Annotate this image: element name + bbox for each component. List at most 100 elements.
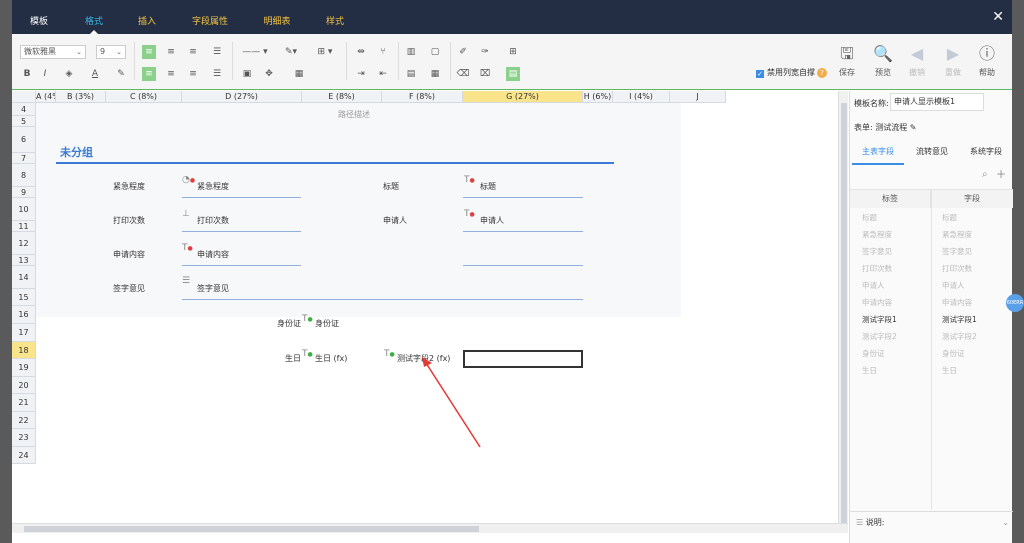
split-cells-icon[interactable]: ⑂ bbox=[376, 45, 390, 59]
show-grid-icon[interactable]: ▤ bbox=[506, 67, 520, 81]
bold-icon[interactable]: B bbox=[20, 67, 34, 81]
search-icon[interactable]: ⌕ bbox=[982, 169, 988, 180]
no-border-icon[interactable]: ▦ bbox=[292, 67, 306, 81]
row-header[interactable]: 13 bbox=[12, 255, 36, 266]
edit-icon[interactable]: ✎ bbox=[910, 123, 917, 132]
insert-col-icon[interactable]: ⇤ bbox=[376, 67, 390, 81]
column-icon[interactable]: ▥ bbox=[404, 45, 418, 59]
table-icon[interactable]: ▦ bbox=[428, 67, 442, 81]
italic-icon[interactable]: I bbox=[38, 67, 52, 81]
preview-button[interactable]: 🔍 预览 bbox=[870, 44, 896, 78]
clear-format-icon[interactable]: ⌧ bbox=[478, 67, 492, 81]
float-badge[interactable]: 60ERR bbox=[1006, 294, 1024, 312]
line-color-icon[interactable]: ✎▾ bbox=[280, 45, 302, 59]
align-bottom-icon[interactable]: ≡ bbox=[186, 45, 200, 59]
row-header[interactable]: 18 bbox=[12, 342, 36, 359]
row-header[interactable]: 17 bbox=[12, 324, 36, 342]
col-header-i[interactable]: I (4%) bbox=[613, 91, 670, 103]
field-list-field[interactable]: 打印次数 bbox=[942, 263, 972, 274]
tab-system-fields[interactable]: 系统字段 bbox=[960, 145, 1012, 165]
tab-template[interactable]: 模板 bbox=[18, 0, 60, 34]
vertical-scrollbar[interactable] bbox=[838, 91, 848, 533]
opinion-field[interactable]: 签字意见 bbox=[197, 283, 229, 294]
row-header[interactable]: 8 bbox=[12, 164, 36, 187]
row-header[interactable]: 16 bbox=[12, 306, 36, 324]
align-top-icon[interactable]: ≡ bbox=[142, 45, 156, 59]
align-middle-icon[interactable]: ≡ bbox=[164, 45, 178, 59]
wrap-text-icon[interactable]: ☰ bbox=[210, 45, 224, 59]
tab-format[interactable]: 格式 bbox=[74, 0, 114, 34]
undo-button[interactable]: ◀ 撤销 bbox=[904, 44, 930, 78]
justify-icon[interactable]: ☰ bbox=[210, 67, 224, 81]
row-header[interactable]: 9 bbox=[12, 187, 36, 198]
row-header[interactable]: 20 bbox=[12, 377, 36, 394]
cell-icon[interactable]: ▢ bbox=[428, 45, 442, 59]
tab-flow-opinions[interactable]: 流转意见 bbox=[906, 145, 958, 165]
row-header[interactable]: 4 bbox=[12, 103, 36, 116]
help-icon[interactable]: ? bbox=[817, 68, 827, 78]
field-list-label[interactable]: 测试字段2 bbox=[862, 331, 897, 342]
field-list-field[interactable]: 测试字段2 bbox=[942, 331, 977, 342]
row-header[interactable]: 5 bbox=[12, 116, 36, 127]
row-header[interactable]: 14 bbox=[12, 266, 36, 289]
line-style-icon[interactable]: —— ▾ bbox=[240, 45, 270, 59]
inner-border-icon[interactable]: ✥ bbox=[262, 67, 276, 81]
redo-button[interactable]: ▶ 重做 bbox=[940, 44, 966, 78]
eraser-icon[interactable]: ⌫ bbox=[456, 67, 470, 81]
font-family-select[interactable]: 微软雅黑 ⌄ bbox=[20, 45, 86, 59]
outer-border-icon[interactable]: ▣ bbox=[240, 67, 254, 81]
row-header[interactable]: 24 bbox=[12, 447, 36, 464]
font-color-icon[interactable]: A bbox=[88, 67, 102, 81]
field-list-label[interactable]: 生日 bbox=[862, 365, 877, 376]
row-header[interactable]: 6 bbox=[12, 127, 36, 153]
align-right-icon[interactable]: ≡ bbox=[186, 67, 200, 81]
tab-detail-table[interactable]: 明细表 bbox=[256, 0, 298, 34]
help-button[interactable]: ⓘ 帮助 bbox=[974, 44, 1000, 78]
content-field[interactable]: 申请内容 bbox=[197, 249, 229, 260]
row-header[interactable]: 11 bbox=[12, 221, 36, 232]
row-header[interactable]: 7 bbox=[12, 153, 36, 164]
description-bar[interactable]: ☰ 说明: ⌄ bbox=[850, 511, 1013, 533]
save-button[interactable]: 🖫 保存 bbox=[834, 44, 860, 78]
row-header[interactable]: 10 bbox=[12, 198, 36, 221]
brush-list-icon[interactable]: ✑ bbox=[478, 45, 492, 59]
field-list-label[interactable]: 身份证 bbox=[862, 348, 885, 359]
row-header[interactable]: 21 bbox=[12, 394, 36, 412]
field-list-field[interactable]: 身份证 bbox=[942, 348, 965, 359]
field-list-label[interactable]: 申请内容 bbox=[862, 297, 892, 308]
field-list-label[interactable]: 紧急程度 bbox=[862, 229, 892, 240]
scroll-thumb[interactable] bbox=[24, 526, 479, 532]
col-header-c[interactable]: C (8%) bbox=[106, 91, 182, 103]
field-list-field[interactable]: 紧急程度 bbox=[942, 229, 972, 240]
field-list-label[interactable]: 标题 bbox=[862, 212, 877, 223]
col-header-e[interactable]: E (8%) bbox=[302, 91, 382, 103]
field-list-label[interactable]: 申请人 bbox=[862, 280, 885, 291]
close-icon[interactable]: ✕ bbox=[992, 10, 1004, 24]
row-icon[interactable]: ▤ bbox=[404, 67, 418, 81]
col-header-f[interactable]: F (8%) bbox=[382, 91, 463, 103]
template-name-input[interactable]: 申请人显示模板1 bbox=[890, 93, 984, 111]
field-list-field[interactable]: 申请内容 bbox=[942, 297, 972, 308]
birthday-field[interactable]: 生日 (fx) bbox=[315, 353, 347, 364]
brush-icon[interactable]: ✐ bbox=[456, 45, 470, 59]
col-header-h[interactable]: H (6%) bbox=[583, 91, 613, 103]
disable-col-width-checkbox[interactable]: ✓ 禁用列宽自撑? bbox=[756, 67, 827, 78]
col-header-j[interactable]: J bbox=[670, 91, 726, 103]
id-card-field[interactable]: 身份证 bbox=[315, 318, 339, 329]
tab-style[interactable]: 样式 bbox=[318, 0, 352, 34]
fill-color-icon[interactable]: ◈ bbox=[62, 67, 76, 81]
print-count-field[interactable]: 打印次数 bbox=[197, 215, 229, 226]
row-header[interactable]: 12 bbox=[12, 232, 36, 255]
col-header-a[interactable]: A (4%) bbox=[36, 91, 56, 103]
add-icon[interactable]: + bbox=[996, 167, 1006, 181]
title-field[interactable]: 标题 bbox=[480, 181, 496, 192]
urgency-field[interactable]: 紧急程度 bbox=[197, 181, 229, 192]
field-list-label[interactable]: 签字意见 bbox=[862, 246, 892, 257]
chevron-down-icon[interactable]: ⌄ bbox=[1002, 512, 1009, 534]
grid-icon[interactable]: ⊞ bbox=[506, 45, 520, 59]
field-list-field[interactable]: 签字意见 bbox=[942, 246, 972, 257]
col-header-d[interactable]: D (27%) bbox=[182, 91, 302, 103]
field-list-field[interactable]: 测试字段1 bbox=[942, 314, 977, 325]
row-header[interactable]: 22 bbox=[12, 412, 36, 429]
tab-main-fields[interactable]: 主表字段 bbox=[852, 145, 904, 165]
